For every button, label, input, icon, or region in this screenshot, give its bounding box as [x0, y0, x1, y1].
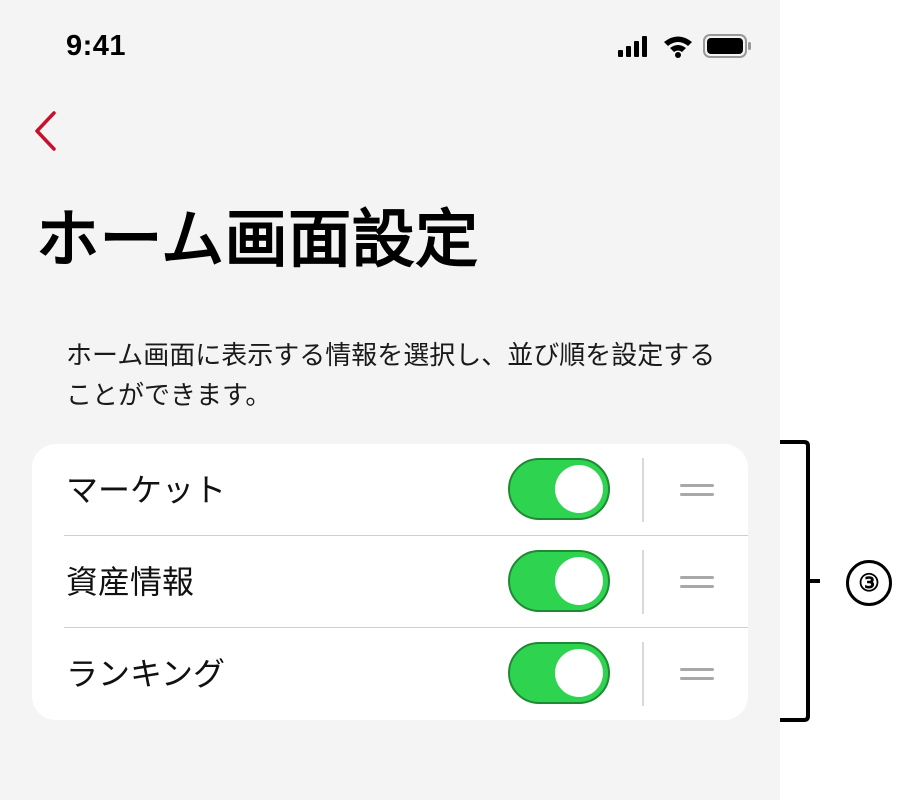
setting-label-assets: 資産情報	[66, 563, 195, 601]
back-button[interactable]	[28, 108, 62, 154]
setting-label-ranking: ランキング	[66, 655, 226, 693]
status-time: 9:41	[66, 30, 127, 62]
status-bar: 9:41	[0, 0, 780, 92]
drag-handle-icon[interactable]	[672, 658, 720, 690]
toggle-market[interactable]	[508, 458, 610, 520]
row-separator	[642, 458, 644, 522]
annotation-bracket	[780, 440, 820, 722]
toggle-assets[interactable]	[508, 550, 610, 612]
drag-handle-icon[interactable]	[672, 566, 720, 598]
cellular-signal-icon	[618, 36, 647, 57]
toggle-knob	[555, 465, 603, 513]
toggle-knob	[555, 557, 603, 605]
setting-row-ranking: ランキング	[32, 628, 748, 720]
setting-label-market: マーケット	[66, 471, 227, 509]
setting-row-assets: 資産情報	[32, 536, 748, 628]
wifi-icon	[664, 36, 692, 58]
toggle-knob	[555, 649, 603, 697]
chevron-left-icon	[35, 111, 56, 151]
status-icons	[618, 34, 751, 58]
callout-number-badge: ③	[846, 560, 892, 606]
row-separator	[642, 550, 644, 614]
toggle-ranking[interactable]	[508, 642, 610, 704]
phone-screen: 9:41 ホーム画面設定 ホーム画面に表示する情報を選択し、並び順を設定すること…	[0, 0, 780, 800]
row-separator	[642, 642, 644, 706]
page-description: ホーム画面に表示する情報を選択し、並び順を設定することができます。	[66, 341, 716, 411]
settings-list: マーケット 資産情報 ランキング	[32, 444, 748, 720]
battery-icon	[703, 34, 751, 58]
setting-row-market: マーケット	[32, 444, 748, 536]
page-title: ホーム画面設定	[36, 203, 479, 276]
drag-handle-icon[interactable]	[672, 474, 720, 506]
